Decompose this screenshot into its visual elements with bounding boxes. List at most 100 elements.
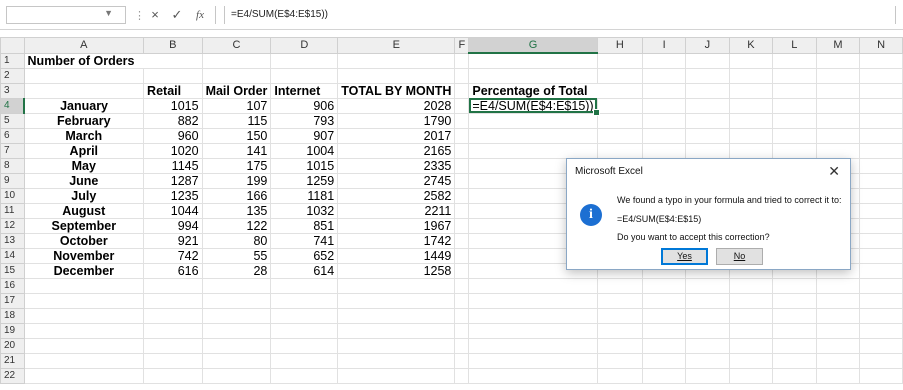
mail-order-cell[interactable]: 115 <box>201 112 272 129</box>
cell[interactable] <box>468 112 598 129</box>
month-cell[interactable]: July <box>23 187 145 204</box>
cell[interactable] <box>685 67 730 84</box>
cell[interactable] <box>685 367 730 384</box>
cell[interactable] <box>859 322 903 339</box>
column-header-f[interactable]: F <box>454 37 470 54</box>
cell[interactable] <box>201 292 272 309</box>
cell[interactable] <box>201 367 272 384</box>
row-header[interactable]: 18 <box>0 307 25 324</box>
month-cell[interactable]: May <box>23 157 145 174</box>
internet-cell[interactable]: 793 <box>270 112 339 129</box>
cell[interactable] <box>337 307 456 324</box>
cell[interactable] <box>859 337 903 354</box>
cell[interactable] <box>642 277 687 294</box>
cell[interactable] <box>728 352 774 369</box>
month-cell[interactable]: January <box>23 97 145 114</box>
cell[interactable] <box>596 277 644 294</box>
column-header-b[interactable]: B <box>143 37 203 54</box>
cell[interactable] <box>859 262 903 279</box>
internet-cell[interactable]: 1032 <box>270 202 339 219</box>
retail-cell[interactable]: 994 <box>143 217 203 234</box>
cell[interactable] <box>143 322 203 339</box>
mail-order-cell[interactable]: 107 <box>201 97 272 114</box>
yes-button[interactable]: Yes <box>661 248 708 265</box>
cell[interactable] <box>337 367 456 384</box>
total-cell[interactable]: 1258 <box>337 262 456 279</box>
month-cell[interactable]: June <box>23 172 145 189</box>
row-header[interactable]: 21 <box>0 352 25 369</box>
cell[interactable] <box>596 82 644 99</box>
close-icon[interactable]: ✕ <box>828 163 840 180</box>
cell[interactable] <box>270 322 339 339</box>
cell[interactable] <box>815 352 861 369</box>
column-header-d[interactable]: D <box>270 37 339 54</box>
cell[interactable] <box>270 52 339 69</box>
cell[interactable] <box>23 307 145 324</box>
cell[interactable] <box>815 82 861 99</box>
cell[interactable] <box>772 112 817 129</box>
cell[interactable] <box>642 307 687 324</box>
cell[interactable] <box>454 247 470 264</box>
cell[interactable] <box>23 337 145 354</box>
row-header[interactable]: 19 <box>0 322 25 339</box>
cell[interactable] <box>772 82 817 99</box>
cell[interactable] <box>454 97 470 114</box>
cell[interactable] <box>270 367 339 384</box>
cell[interactable] <box>337 337 456 354</box>
cell[interactable] <box>454 52 470 69</box>
cell[interactable] <box>596 52 644 69</box>
cell[interactable] <box>642 82 687 99</box>
total-cell[interactable]: 1967 <box>337 217 456 234</box>
cell[interactable] <box>23 82 145 99</box>
row-header[interactable]: 6 <box>0 127 25 144</box>
cell[interactable] <box>728 307 774 324</box>
insert-function-button[interactable]: fx <box>189 5 211 25</box>
total-cell[interactable]: 2211 <box>337 202 456 219</box>
cell[interactable] <box>143 277 203 294</box>
cell[interactable] <box>859 112 903 129</box>
month-cell[interactable]: October <box>23 232 145 249</box>
cell[interactable] <box>815 112 861 129</box>
column-header-j[interactable]: J <box>685 37 730 54</box>
cell[interactable] <box>815 337 861 354</box>
cell[interactable] <box>454 67 470 84</box>
cell[interactable] <box>468 367 598 384</box>
column-header-e[interactable]: E <box>337 37 456 54</box>
cell[interactable] <box>270 277 339 294</box>
cell[interactable] <box>454 367 470 384</box>
cell[interactable] <box>728 82 774 99</box>
internet-cell[interactable]: 652 <box>270 247 339 264</box>
cell[interactable] <box>454 232 470 249</box>
cell[interactable] <box>454 172 470 189</box>
enter-formula-button[interactable]: ✓ <box>166 5 188 25</box>
month-cell[interactable]: December <box>23 262 145 279</box>
cell[interactable] <box>454 127 470 144</box>
cell[interactable] <box>642 127 687 144</box>
formula-input[interactable]: =E4/SUM(E$4:E$15)) <box>224 6 896 24</box>
cell[interactable] <box>143 292 203 309</box>
cell[interactable] <box>815 367 861 384</box>
header-percentage-cell[interactable]: Percentage of Total <box>468 82 598 99</box>
cell[interactable] <box>454 352 470 369</box>
cell[interactable] <box>685 82 730 99</box>
cell[interactable] <box>685 307 730 324</box>
cell[interactable] <box>685 97 730 114</box>
cell[interactable] <box>23 292 145 309</box>
cell[interactable] <box>454 142 470 159</box>
cell[interactable] <box>859 352 903 369</box>
cell[interactable] <box>859 247 903 264</box>
cell[interactable] <box>270 67 339 84</box>
cell[interactable] <box>468 352 598 369</box>
cell[interactable] <box>596 352 644 369</box>
cell[interactable] <box>859 217 903 234</box>
cell[interactable] <box>772 142 817 159</box>
cell[interactable] <box>642 67 687 84</box>
cell[interactable] <box>859 367 903 384</box>
internet-cell[interactable]: 1259 <box>270 172 339 189</box>
cell[interactable] <box>468 67 598 84</box>
cell[interactable] <box>728 97 774 114</box>
cell[interactable] <box>685 112 730 129</box>
cell[interactable] <box>454 277 470 294</box>
internet-cell[interactable]: 1004 <box>270 142 339 159</box>
cell[interactable] <box>859 232 903 249</box>
